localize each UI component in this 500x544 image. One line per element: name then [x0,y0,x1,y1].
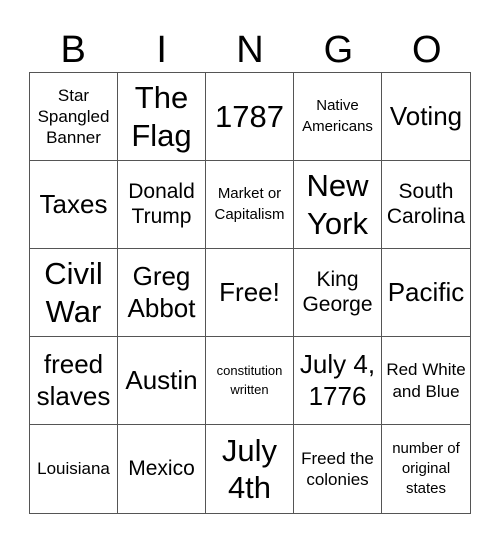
cell-text: Donald Trump [128,180,195,228]
bingo-cell[interactable]: Austin [118,337,206,425]
cell-text: Native Americans [302,97,373,135]
bingo-cell[interactable]: Star Spangled Banner [30,73,118,161]
cell-text: Austin [125,364,198,395]
bingo-cell[interactable]: Red White and Blue [382,337,470,425]
cell-text: King George [302,268,373,316]
free-space-cell[interactable]: Free! [206,249,294,337]
header-letter-o: O [412,29,442,71]
cell-text: Market or Capitalism [214,185,285,223]
cell-text: constitution written [216,362,283,397]
bingo-cell[interactable]: Greg Abbot [118,249,206,337]
bingo-cell[interactable]: Taxes [30,161,118,249]
cell-text: freed slaves [36,349,111,411]
header-letter-i: I [156,29,167,71]
bingo-cell[interactable]: July 4th [206,425,294,513]
bingo-cell[interactable]: Market or Capitalism [206,161,294,249]
bingo-cell[interactable]: Civil War [30,249,118,337]
cell-text: July 4, 1776 [299,349,376,411]
bingo-grid: Star Spangled Banner The Flag 1787 Native A… [29,72,471,514]
bingo-cell[interactable]: New York [294,161,382,249]
bingo-cell[interactable]: The Flag [118,73,206,161]
cell-text: The Flag [131,80,192,153]
bingo-cell[interactable]: number of original states [382,425,470,513]
cell-text: Star Spangled Banner [37,85,110,148]
bingo-cell[interactable]: Voting [382,73,470,161]
cell-text: Taxes [39,188,108,219]
bingo-cell[interactable]: Freed the colonies [294,425,382,513]
cell-text: Louisiana [37,459,110,479]
cell-text: South Carolina [386,180,466,228]
bingo-cell[interactable]: July 4, 1776 [294,337,382,425]
bingo-cell[interactable]: constitution written [206,337,294,425]
bingo-cell[interactable]: Donald Trump [118,161,206,249]
bingo-cell[interactable]: South Carolina [382,161,470,249]
cell-text: New York [306,168,369,241]
bingo-header: B I N G O [29,28,471,72]
cell-text: July 4th [221,432,278,505]
bingo-cell[interactable]: King George [294,249,382,337]
bingo-cell[interactable]: Louisiana [30,425,118,513]
bingo-cell[interactable]: Native Americans [294,73,382,161]
cell-text: Pacific [387,276,465,307]
bingo-cell[interactable]: Mexico [118,425,206,513]
cell-text: number of original states [392,439,460,498]
header-letter-b: B [60,29,86,71]
bingo-cell[interactable]: freed slaves [30,337,118,425]
cell-text: Voting [389,100,463,131]
cell-text: 1787 [215,98,284,134]
cell-text: Free! [219,276,280,307]
cell-text: Mexico [128,456,195,480]
cell-text: Red White and Blue [386,360,466,401]
header-letter-n: N [236,29,264,71]
header-letter-g: G [323,29,354,71]
bingo-cell[interactable]: Pacific [382,249,470,337]
cell-text: Freed the colonies [301,448,374,489]
cell-text: Greg Abbot [127,261,196,323]
bingo-cell[interactable]: 1787 [206,73,294,161]
cell-text: Civil War [44,256,103,329]
